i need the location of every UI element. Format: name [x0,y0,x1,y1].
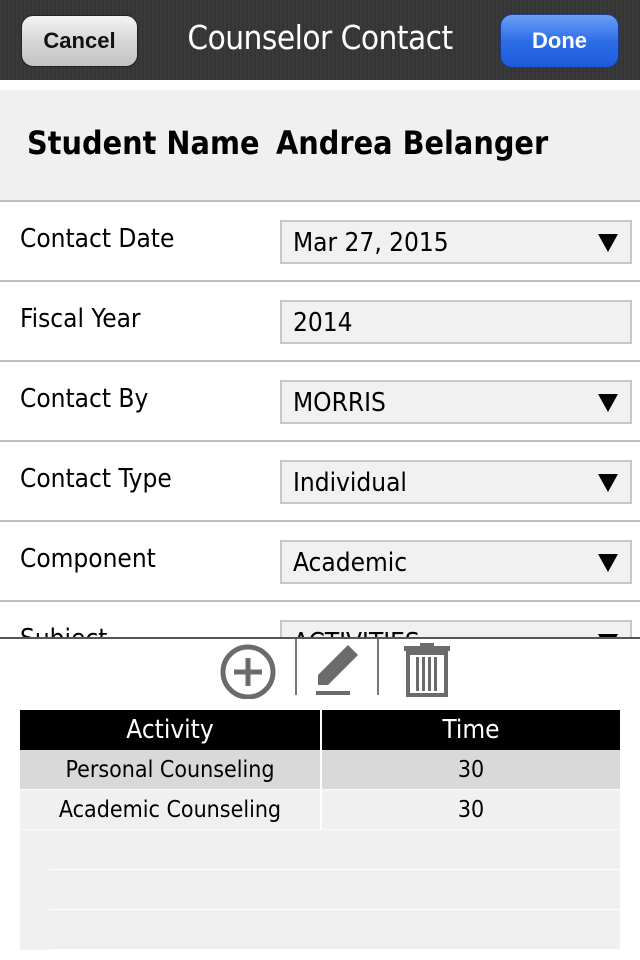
contact-date-label: Contact Date [20,224,175,254]
done-button[interactable]: Done [500,14,619,68]
time-cell: 30 [457,756,485,783]
toolbar-separator [295,639,297,695]
form-row-contact-date: Contact Date Mar 27, 2015 [0,202,640,282]
add-activity-button[interactable] [218,641,278,699]
fiscal-year-label: Fiscal Year [20,304,141,334]
component-select[interactable]: Academic [280,540,632,584]
form-row-fiscal-year: Fiscal Year 2014 [0,282,640,362]
student-name-value: Andrea Belanger [276,124,549,162]
subject-select[interactable]: ACTIVITIES [280,620,632,638]
contact-form[interactable]: Contact Date Mar 27, 2015 Fiscal Year 20… [0,202,640,638]
toolbar-separator [377,639,379,695]
fiscal-year-field[interactable]: 2014 [280,300,632,344]
dropdown-arrow-icon [598,474,618,492]
table-header: Activity Time [20,710,620,750]
contact-type-value: Individual [293,468,407,498]
empty-table-row [50,870,620,910]
navigation-bar: Cancel Counselor Contact Done [0,0,640,80]
contact-by-label: Contact By [20,384,149,414]
form-row-component: Component Academic [0,522,640,602]
activity-table: Activity Time Personal Counseling 30 Aca… [20,710,620,950]
table-row[interactable]: Academic Counseling 30 [20,790,620,830]
contact-by-select[interactable]: MORRIS [280,380,632,424]
form-row-contact-by: Contact By MORRIS [0,362,640,442]
empty-table-row [50,830,620,870]
fiscal-year-value: 2014 [293,308,353,338]
edit-activity-button[interactable] [307,641,367,699]
student-name-header: Student Name Andrea Belanger [0,90,640,202]
component-value: Academic [293,548,408,578]
time-cell: 30 [457,796,485,823]
activity-cell: Academic Counseling [20,790,322,829]
contact-type-label: Contact Type [20,464,172,494]
table-row[interactable]: Personal Counseling 30 [20,750,620,790]
empty-table-row [50,910,620,950]
empty-rows [20,830,620,950]
form-row-subject: Subject ACTIVITIES [0,602,640,638]
contact-date-select[interactable]: Mar 27, 2015 [280,220,632,264]
component-label: Component [20,544,156,574]
dropdown-arrow-icon [598,234,618,252]
activity-cell: Personal Counseling [20,750,322,789]
column-header-time[interactable]: Time [322,710,620,750]
activity-toolbar [0,639,640,709]
contact-date-value: Mar 27, 2015 [293,228,449,258]
edit-pencil-icon [316,645,358,695]
dropdown-arrow-icon [598,394,618,412]
contact-type-select[interactable]: Individual [280,460,632,504]
contact-by-value: MORRIS [293,388,386,418]
column-header-activity[interactable]: Activity [20,710,322,750]
dropdown-arrow-icon [598,554,618,572]
add-circle-icon [220,644,276,699]
trash-icon [404,643,450,697]
student-name-label: Student Name [27,124,260,162]
subject-label: Subject [20,624,107,638]
form-row-contact-type: Contact Type Individual [0,442,640,522]
delete-activity-button[interactable] [397,641,457,699]
